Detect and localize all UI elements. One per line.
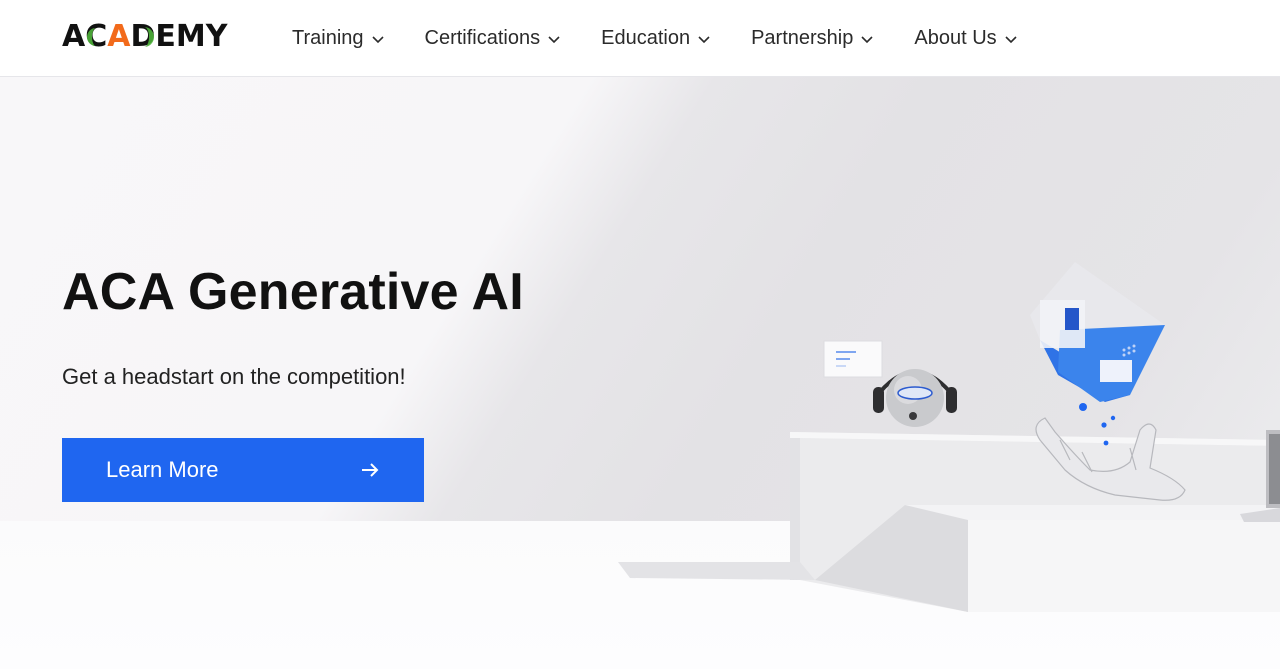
chevron-down-icon xyxy=(548,35,560,43)
nav-item-label: Training xyxy=(292,27,364,49)
logo-letter: C xyxy=(85,19,108,54)
hero-subtitle: Get a headstart on the competition! xyxy=(62,364,406,389)
nav-item-label: Partnership xyxy=(751,27,854,49)
platform-illustration xyxy=(618,432,1280,612)
learn-more-button[interactable]: Learn More xyxy=(62,438,424,502)
nav-item-partnership[interactable]: Partnership xyxy=(751,27,874,50)
nav-item-label: Certifications xyxy=(424,27,541,49)
chevron-down-icon xyxy=(371,35,384,43)
logo-letter: EMY xyxy=(155,19,228,54)
learn-more-label: Learn More xyxy=(106,457,219,482)
logo-letter: D xyxy=(130,19,156,54)
nav-item-label: About Us xyxy=(914,27,997,49)
arrow-right-icon xyxy=(362,463,379,477)
logo-letter: A xyxy=(107,19,131,54)
nav-item-training[interactable]: Training xyxy=(292,27,385,50)
nav-item-education[interactable]: Education xyxy=(601,27,711,50)
nav-item-about-us[interactable]: About Us xyxy=(914,27,1017,50)
chevron-down-icon xyxy=(1005,35,1017,43)
main-nav: Training Certifications Education Partne… xyxy=(292,0,1058,77)
logo-letter: A xyxy=(62,19,86,54)
site-header: A C A D EMY Training Certifications Educ… xyxy=(0,0,1280,77)
academy-logo[interactable]: A C A D EMY xyxy=(62,19,227,55)
robot-hand-cube-illustration xyxy=(618,262,1280,612)
hero-title: ACA Generative AI xyxy=(62,263,524,321)
nav-item-certifications[interactable]: Certifications xyxy=(425,27,562,50)
chevron-down-icon xyxy=(861,35,873,43)
chat-bubble-icon xyxy=(823,340,883,378)
floating-cube-icon xyxy=(1030,262,1165,402)
robot-head-icon xyxy=(873,369,957,427)
chevron-down-icon xyxy=(698,35,710,43)
nav-item-label: Education xyxy=(601,27,691,49)
